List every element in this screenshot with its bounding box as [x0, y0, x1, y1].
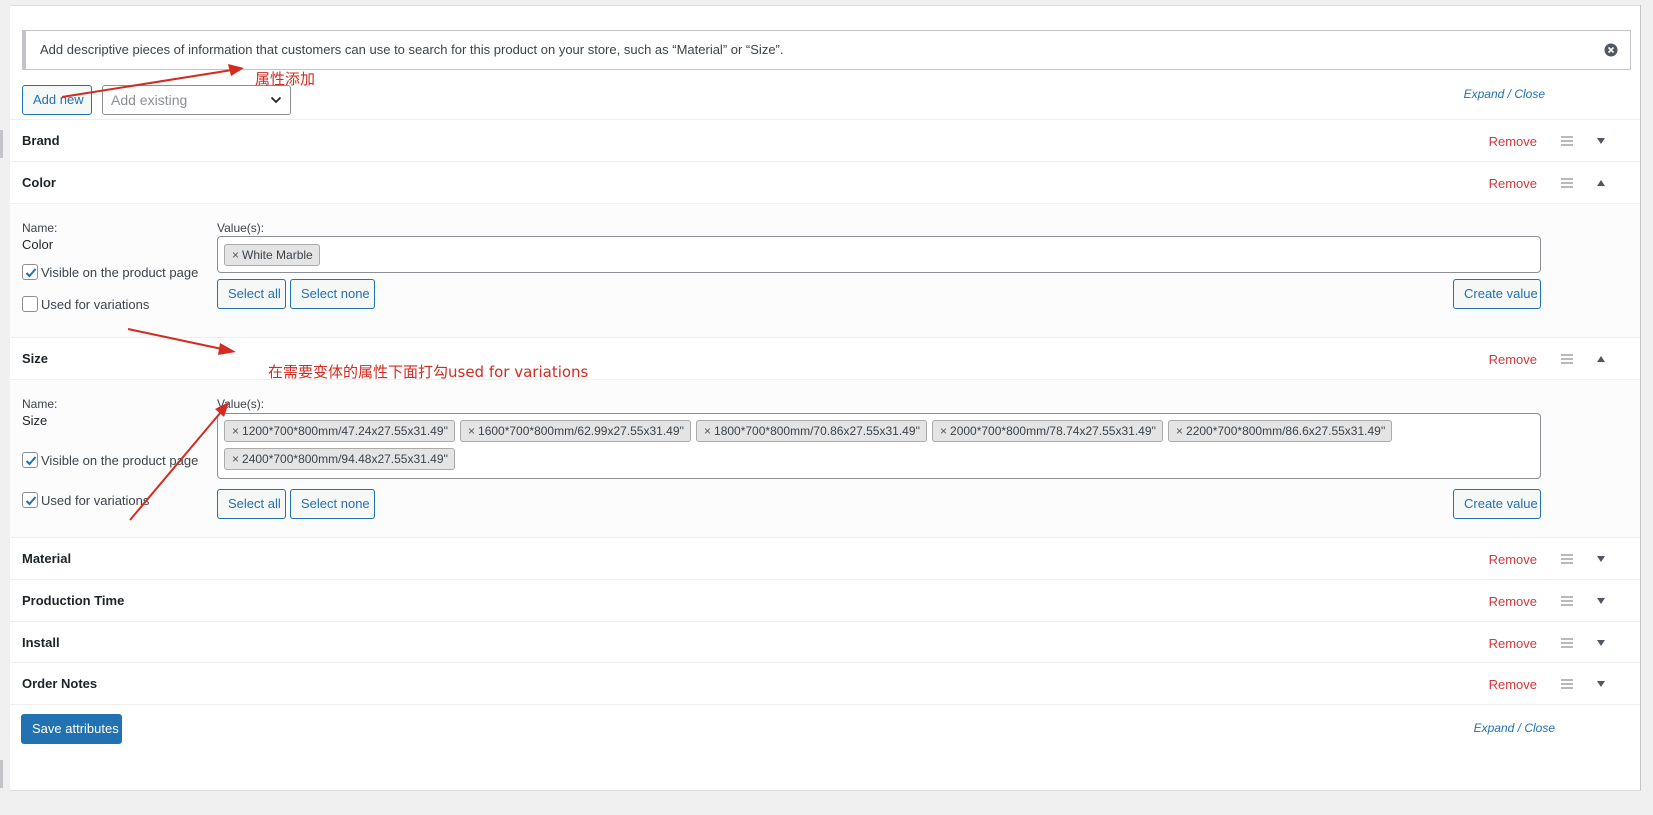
arrow-from-size-variations [129, 402, 229, 521]
arrow-to-color-variations [127, 328, 236, 355]
annotation-arrows [61, 64, 244, 521]
arrow-to-annotation-add [61, 64, 244, 98]
